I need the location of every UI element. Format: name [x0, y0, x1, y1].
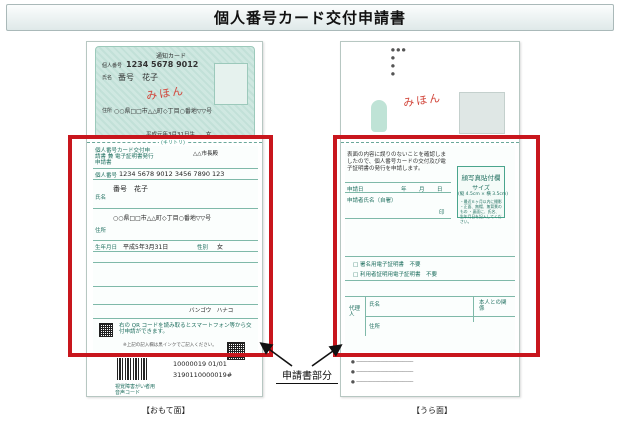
front-caption: 【おもて面】 — [142, 406, 190, 415]
application-part-callout: 申請書部分 — [276, 367, 338, 384]
back-caption: 【うら面】 — [412, 406, 452, 415]
callout-arrows — [259, 342, 343, 367]
